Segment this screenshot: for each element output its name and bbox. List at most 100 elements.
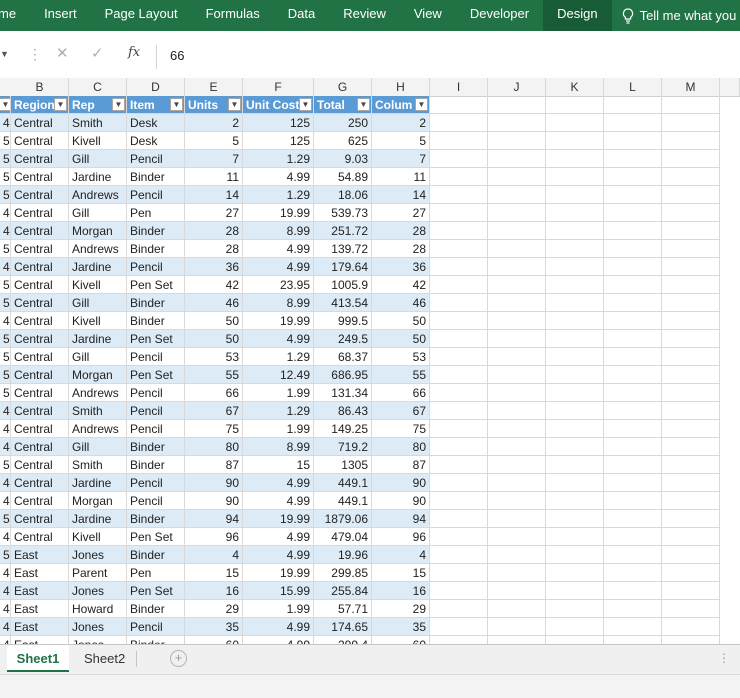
table-cell[interactable]: Binder	[127, 600, 185, 618]
empty-cell[interactable]	[488, 276, 546, 294]
table-cell[interactable]: East	[11, 582, 69, 600]
empty-cell[interactable]	[546, 402, 604, 420]
empty-cell[interactable]	[430, 222, 488, 240]
table-cell[interactable]: Desk	[127, 114, 185, 132]
empty-cell[interactable]	[546, 186, 604, 204]
empty-cell[interactable]	[662, 204, 720, 222]
table-cell[interactable]: 5	[0, 294, 11, 312]
table-cell[interactable]: Kivell	[69, 312, 127, 330]
table-cell[interactable]: 50	[185, 312, 243, 330]
empty-cell[interactable]	[546, 474, 604, 492]
table-cell[interactable]: 5	[0, 546, 11, 564]
table-cell[interactable]: 90	[372, 492, 430, 510]
table-cell[interactable]: Jardine	[69, 258, 127, 276]
table-cell[interactable]: 11	[185, 168, 243, 186]
empty-cell[interactable]	[546, 96, 604, 114]
table-cell[interactable]: Central	[11, 294, 69, 312]
table-cell[interactable]: 449.1	[314, 492, 372, 510]
empty-cell[interactable]	[488, 456, 546, 474]
empty-cell[interactable]	[546, 528, 604, 546]
table-cell[interactable]: East	[11, 618, 69, 636]
ribbon-tab-data[interactable]: Data	[274, 0, 329, 31]
empty-cell[interactable]	[430, 384, 488, 402]
empty-cell[interactable]	[488, 150, 546, 168]
table-cell[interactable]: 42	[372, 276, 430, 294]
empty-cell[interactable]	[604, 168, 662, 186]
table-cell[interactable]: Pencil	[127, 492, 185, 510]
table-cell[interactable]: Binder	[127, 456, 185, 474]
empty-cell[interactable]	[604, 438, 662, 456]
formula-bar-grip-icon[interactable]: ⋮	[28, 46, 42, 63]
table-cell[interactable]: 4	[0, 492, 11, 510]
table-cell[interactable]: Jones	[69, 546, 127, 564]
column-header-h[interactable]: H	[372, 78, 430, 96]
table-cell[interactable]: 16	[372, 582, 430, 600]
empty-cell[interactable]	[546, 600, 604, 618]
table-cell[interactable]: 4.99	[243, 528, 314, 546]
table-cell[interactable]: Andrews	[69, 186, 127, 204]
empty-cell[interactable]	[662, 312, 720, 330]
table-cell[interactable]: Pencil	[127, 384, 185, 402]
empty-cell[interactable]	[604, 546, 662, 564]
table-cell[interactable]: 5	[372, 132, 430, 150]
empty-cell[interactable]	[662, 438, 720, 456]
empty-cell[interactable]	[546, 330, 604, 348]
empty-cell[interactable]	[488, 600, 546, 618]
table-cell[interactable]: Binder	[127, 438, 185, 456]
empty-cell[interactable]	[662, 258, 720, 276]
column-header-j[interactable]: J	[488, 78, 546, 96]
table-cell[interactable]: 12.49	[243, 366, 314, 384]
empty-cell[interactable]	[604, 240, 662, 258]
table-cell[interactable]: Jones	[69, 618, 127, 636]
table-cell[interactable]: Kivell	[69, 276, 127, 294]
table-cell[interactable]: 4.99	[243, 636, 314, 644]
empty-cell[interactable]	[662, 348, 720, 366]
table-cell[interactable]: 1879.06	[314, 510, 372, 528]
empty-cell[interactable]	[488, 618, 546, 636]
empty-cell[interactable]	[604, 564, 662, 582]
table-cell[interactable]: 4	[0, 618, 11, 636]
empty-cell[interactable]	[546, 582, 604, 600]
table-cell[interactable]: 19.99	[243, 564, 314, 582]
empty-cell[interactable]	[604, 456, 662, 474]
ribbon-tab-view[interactable]: View	[400, 0, 456, 31]
table-cell[interactable]: 4.99	[243, 240, 314, 258]
empty-cell[interactable]	[430, 240, 488, 258]
table-cell[interactable]: 90	[185, 492, 243, 510]
ribbon-tab-review[interactable]: Review	[329, 0, 400, 31]
worksheet-grid[interactable]: BCDEFGHIJKLM ▼ Region ▼ Rep ▼ Item ▼ Units ▼ Unit…	[0, 78, 740, 644]
empty-cell[interactable]	[662, 384, 720, 402]
table-cell[interactable]: 46	[185, 294, 243, 312]
table-cell[interactable]: 4	[0, 204, 11, 222]
empty-cell[interactable]	[546, 258, 604, 276]
table-cell[interactable]: Andrews	[69, 384, 127, 402]
empty-cell[interactable]	[546, 204, 604, 222]
empty-cell[interactable]	[604, 222, 662, 240]
table-cell[interactable]: 5	[0, 330, 11, 348]
empty-cell[interactable]	[662, 186, 720, 204]
empty-cell[interactable]	[546, 384, 604, 402]
empty-cell[interactable]	[488, 402, 546, 420]
table-cell[interactable]: 19.99	[243, 312, 314, 330]
empty-cell[interactable]	[662, 564, 720, 582]
empty-cell[interactable]	[604, 204, 662, 222]
table-cell[interactable]: 2	[185, 114, 243, 132]
empty-cell[interactable]	[430, 582, 488, 600]
column-header-k[interactable]: K	[546, 78, 604, 96]
empty-cell[interactable]	[488, 258, 546, 276]
table-cell[interactable]: 4.99	[243, 546, 314, 564]
empty-cell[interactable]	[430, 186, 488, 204]
empty-cell[interactable]	[662, 114, 720, 132]
table-cell[interactable]: 4	[0, 258, 11, 276]
table-cell[interactable]: 60	[372, 636, 430, 644]
table-cell[interactable]: 4	[185, 546, 243, 564]
table-cell[interactable]: 50	[372, 330, 430, 348]
table-cell[interactable]: 8.99	[243, 222, 314, 240]
table-cell[interactable]: 5	[185, 132, 243, 150]
table-cell[interactable]: 53	[372, 348, 430, 366]
empty-cell[interactable]	[546, 636, 604, 644]
table-cell[interactable]: Central	[11, 204, 69, 222]
table-header-cell[interactable]: Region ▼	[11, 96, 69, 114]
empty-cell[interactable]	[430, 546, 488, 564]
table-cell[interactable]: 15	[243, 456, 314, 474]
